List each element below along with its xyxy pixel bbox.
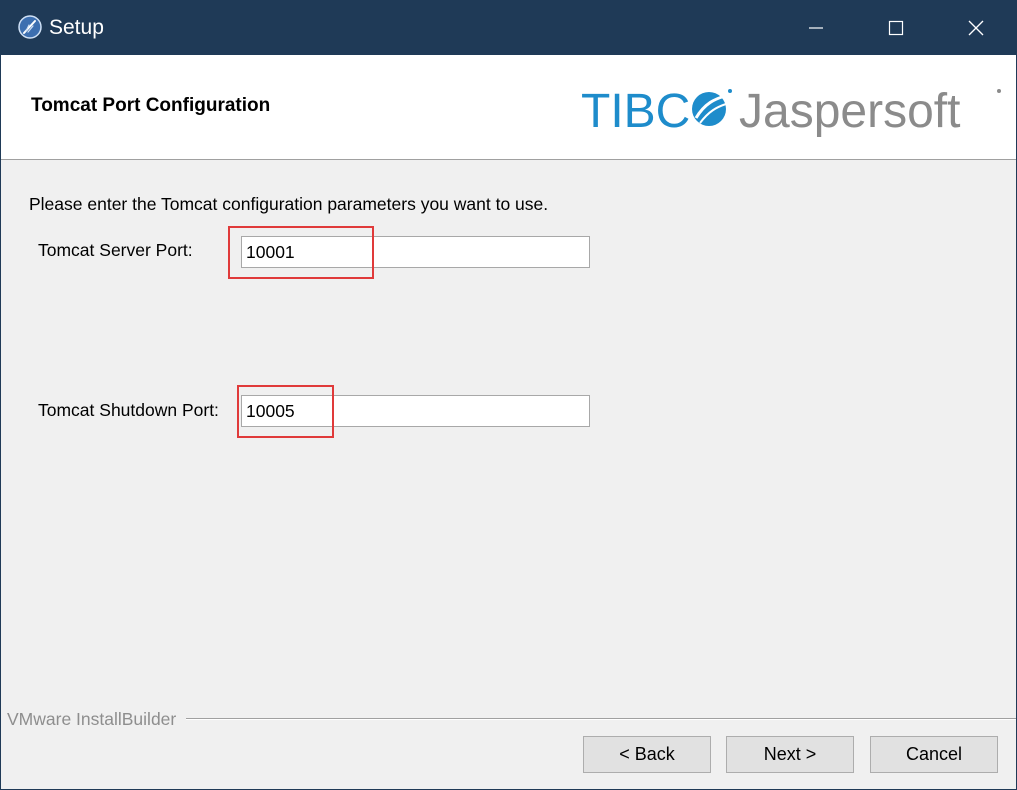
logo-ball-icon xyxy=(692,92,727,126)
footer-divider xyxy=(186,718,1016,720)
header-banner: Tomcat Port Configuration TIBC Jaspersof… xyxy=(1,55,1016,160)
installbuilder-brand: VMware InstallBuilder xyxy=(7,709,181,730)
server-port-label: Tomcat Server Port: xyxy=(38,240,193,260)
page-title: Tomcat Port Configuration xyxy=(31,95,271,116)
setup-window: Setup Tomcat Port Configuration TIBC Jas… xyxy=(0,0,1017,790)
maximize-button[interactable] xyxy=(856,1,936,55)
window-title: Setup xyxy=(49,16,104,39)
tibco-jaspersoft-logo: TIBC Jaspersoft xyxy=(581,85,1001,138)
minimize-button[interactable] xyxy=(776,1,856,55)
shutdown-port-label: Tomcat Shutdown Port: xyxy=(38,400,219,420)
intro-text: Please enter the Tomcat configuration pa… xyxy=(29,194,549,214)
logo-secondary-text: Jaspersoft xyxy=(739,85,960,138)
close-button[interactable] xyxy=(936,1,1016,55)
next-button[interactable]: Next > xyxy=(726,736,854,773)
installer-feather-icon xyxy=(18,15,42,39)
minimize-icon xyxy=(809,27,823,29)
maximize-icon xyxy=(888,20,904,36)
close-icon xyxy=(968,20,984,36)
cancel-button[interactable]: Cancel xyxy=(870,736,998,773)
title-bar[interactable]: Setup xyxy=(1,1,1016,55)
back-button[interactable]: < Back xyxy=(583,736,711,773)
shutdown-port-input[interactable] xyxy=(241,395,590,427)
logo-primary-text: TIBC xyxy=(581,85,690,138)
server-port-input[interactable] xyxy=(241,236,590,268)
